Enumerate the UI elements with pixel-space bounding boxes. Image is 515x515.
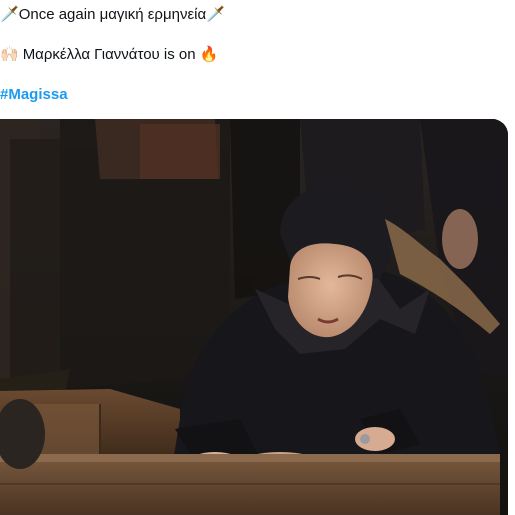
raised-hands-icon: 🙌🏻 xyxy=(0,46,19,63)
tweet-text-1: Once again μαγική ερμηνεία xyxy=(18,6,207,23)
tweet-text-line-2: 🙌🏻 Μαρκέλλα Γιαννάτου is on 🔥 xyxy=(0,45,218,65)
tweet-media-image[interactable] xyxy=(0,119,508,515)
tweet-text-line-1: 🗡️ Once again μαγική ερμηνεία 🗡️ xyxy=(0,5,225,25)
sword-icon: 🗡️ xyxy=(0,6,19,23)
tweet-text-2: Μαρκέλλα Γιαννάτου is on xyxy=(22,46,196,63)
fire-icon: 🔥 xyxy=(199,46,219,63)
hashtag-link[interactable]: #Magissa xyxy=(0,85,68,105)
tweet-hashtag-line: #Magissa xyxy=(0,85,68,105)
tweet-card: 🗡️ Once again μαγική ερμηνεία 🗡️ 🙌🏻 Μαρκ… xyxy=(0,0,515,515)
media-photo xyxy=(0,119,508,515)
sword-icon: 🗡️ xyxy=(206,6,225,23)
